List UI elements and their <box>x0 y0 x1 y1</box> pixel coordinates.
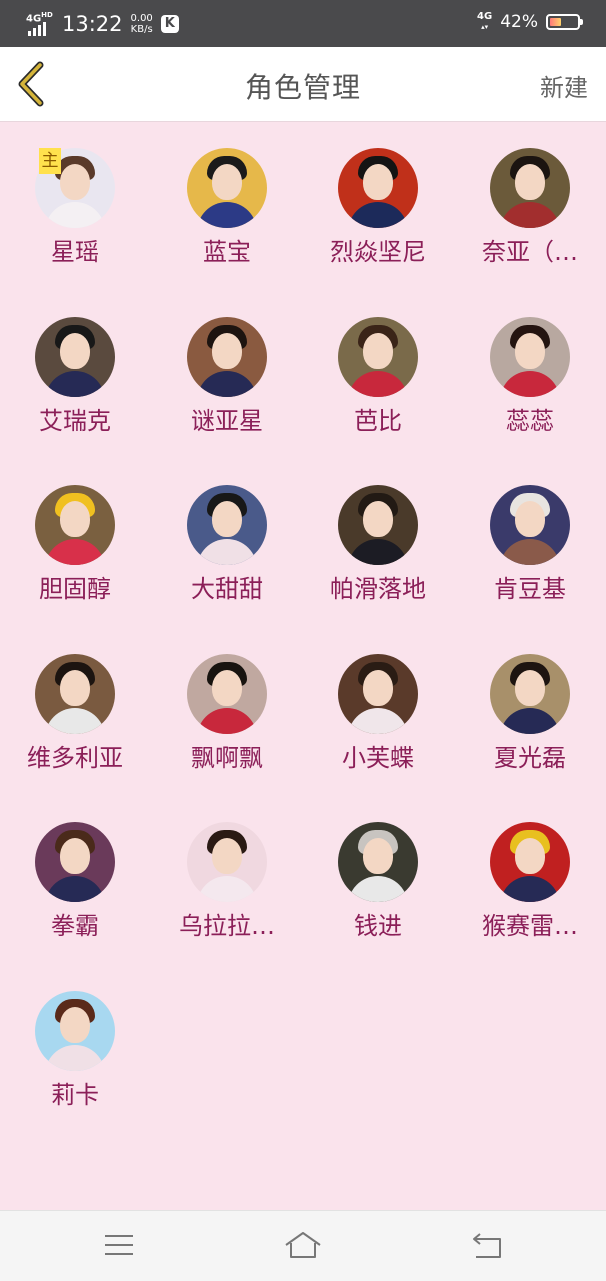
role-avatar <box>490 316 570 397</box>
role-name: 小芙蝶 <box>342 743 414 772</box>
role-name: 奈亚（… <box>482 238 578 266</box>
role-name: 猴赛雷… <box>482 912 578 940</box>
role-avatar <box>490 485 570 565</box>
role-item[interactable]: 胆固醇 <box>5 459 145 603</box>
status-left: 4GHD 13:22 0.00 KB/s K <box>26 10 179 38</box>
role-name: 肯豆基 <box>494 575 566 603</box>
role-name: 钱进 <box>354 912 402 940</box>
role-avatar <box>35 990 115 1071</box>
status-bar: 4GHD 13:22 0.00 KB/s K 4G ▴▾ 42% <box>0 0 606 47</box>
home-icon <box>285 1232 321 1258</box>
role-avatar <box>490 148 570 228</box>
role-name: 谜亚星 <box>191 406 263 435</box>
menu-button[interactable] <box>100 1229 140 1263</box>
role-item[interactable]: 维多利亚 <box>5 628 145 772</box>
role-avatar <box>187 148 267 228</box>
system-nav-bar <box>0 1210 606 1281</box>
role-avatar <box>187 653 267 734</box>
role-item[interactable]: 拳霸 <box>5 796 145 940</box>
role-item[interactable]: 奈亚（… <box>460 122 600 266</box>
signal-4g-icon: 4G ▴▾ <box>477 11 493 32</box>
role-item[interactable]: 小芙蝶 <box>308 628 448 772</box>
role-item[interactable]: 芭比 <box>308 291 448 435</box>
new-role-button[interactable]: 新建 <box>540 68 588 103</box>
role-item[interactable]: 夏光磊 <box>460 628 600 772</box>
role-item[interactable]: 谜亚星 <box>157 291 297 435</box>
role-item[interactable]: 猴赛雷… <box>460 796 600 940</box>
role-name: 胆固醇 <box>39 575 111 603</box>
role-item[interactable]: 肯豆基 <box>460 459 600 603</box>
role-avatar <box>338 822 418 902</box>
role-name: 艾瑞克 <box>39 406 111 435</box>
role-avatar <box>35 822 115 902</box>
role-item[interactable]: 蕊蕊 <box>460 291 600 435</box>
battery-percent: 42% <box>500 12 538 32</box>
role-avatar <box>338 653 418 734</box>
role-name: 飘啊飘 <box>191 743 263 772</box>
role-name: 星瑶 <box>51 238 99 266</box>
role-item[interactable]: 莉卡 <box>5 965 145 1109</box>
role-name: 蕊蕊 <box>506 406 554 435</box>
status-right: 4G ▴▾ 42% <box>477 11 583 32</box>
role-name: 蓝宝 <box>203 238 251 266</box>
app-notification-icon: K <box>160 15 179 33</box>
role-name: 夏光磊 <box>494 743 566 772</box>
menu-icon <box>105 1235 133 1255</box>
role-name: 维多利亚 <box>27 743 123 772</box>
role-item[interactable]: 乌拉拉… <box>157 796 297 940</box>
role-avatar <box>35 485 115 565</box>
role-item[interactable]: 帕滑落地 <box>308 459 448 603</box>
role-avatar <box>338 485 418 565</box>
app-header: 角色管理 新建 <box>0 47 606 122</box>
role-name: 拳霸 <box>51 912 99 940</box>
role-avatar <box>35 316 115 397</box>
role-name: 芭比 <box>354 406 402 435</box>
role-avatar <box>490 822 570 902</box>
role-avatar <box>490 653 570 734</box>
role-item[interactable]: 飘啊飘 <box>157 628 297 772</box>
role-item[interactable]: 钱进 <box>308 796 448 940</box>
nav-back-button[interactable] <box>468 1229 508 1263</box>
clock: 13:22 <box>62 12 123 36</box>
role-item[interactable]: 蓝宝 <box>157 122 297 266</box>
main-role-badge: 主 <box>39 148 61 174</box>
role-avatar <box>187 485 267 565</box>
home-button[interactable] <box>283 1229 323 1263</box>
role-name: 乌拉拉… <box>179 912 275 940</box>
role-name: 烈焱坚尼 <box>330 238 426 266</box>
role-name: 大甜甜 <box>191 575 263 603</box>
role-item[interactable]: 大甜甜 <box>157 459 297 603</box>
back-icon <box>473 1233 501 1258</box>
page-title: 角色管理 <box>244 71 361 104</box>
role-item[interactable]: 艾瑞克 <box>5 291 145 435</box>
role-name: 帕滑落地 <box>330 575 426 603</box>
role-avatar <box>187 822 267 902</box>
role-item[interactable]: 烈焱坚尼 <box>308 122 448 266</box>
signal-icon: 4GHD <box>26 10 56 38</box>
battery-icon <box>546 14 583 30</box>
role-item[interactable]: 主星瑶 <box>5 122 145 266</box>
role-avatar <box>187 316 267 397</box>
role-avatar <box>338 316 418 397</box>
role-name: 莉卡 <box>51 1080 99 1109</box>
network-speed: 0.00 KB/s <box>130 13 153 35</box>
role-avatar <box>338 148 418 228</box>
role-avatar <box>35 653 115 734</box>
